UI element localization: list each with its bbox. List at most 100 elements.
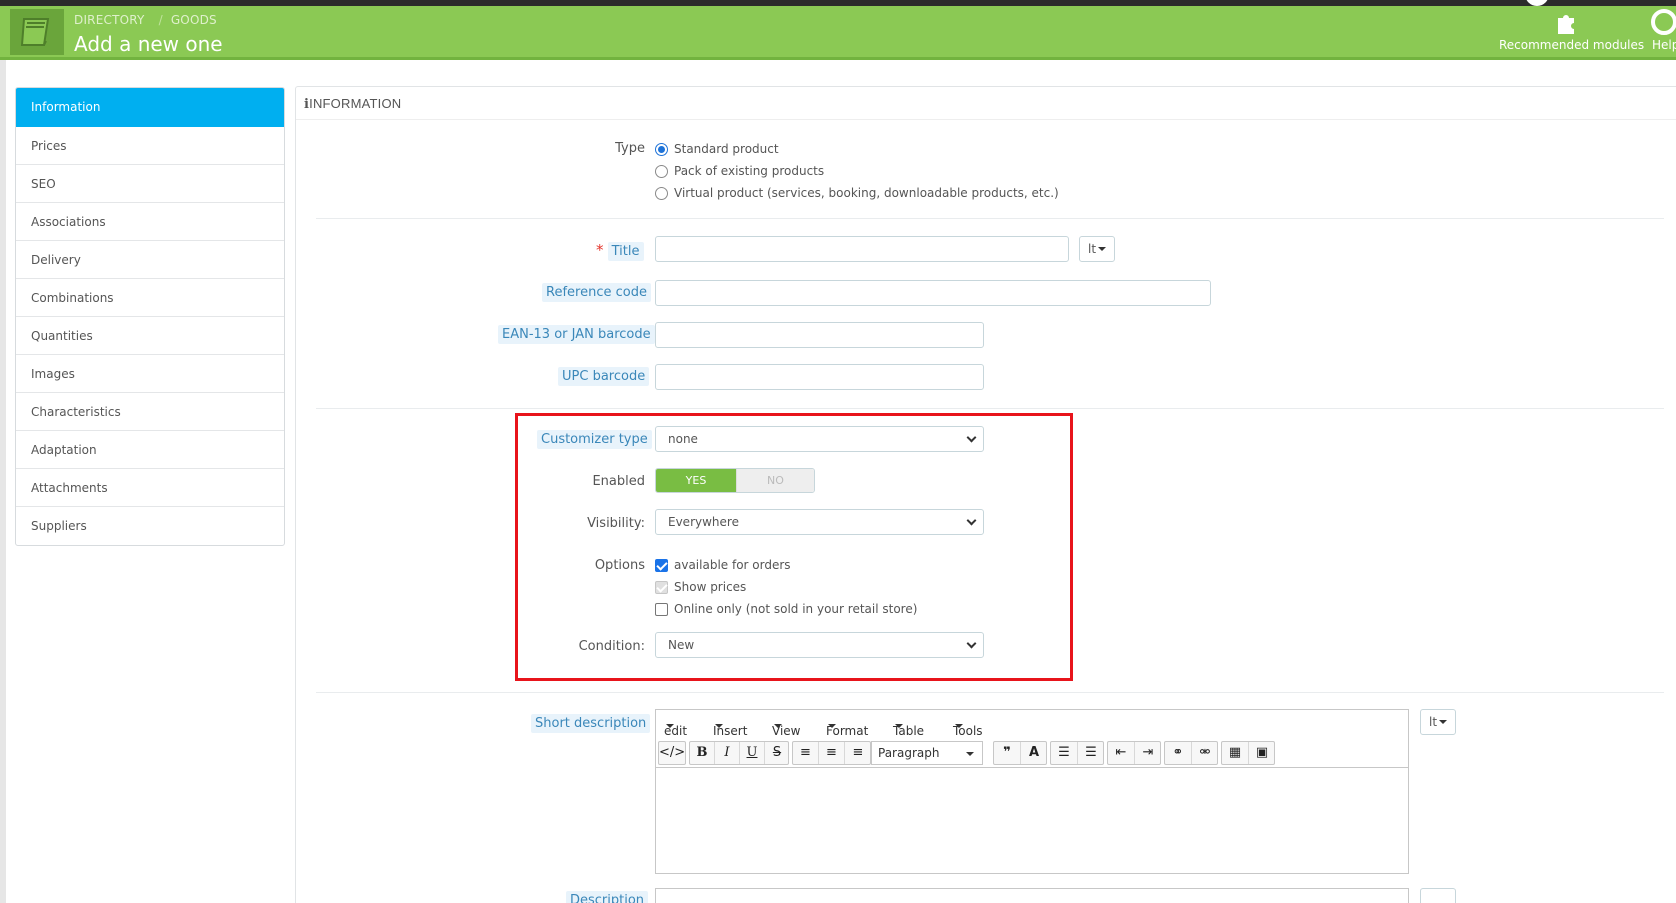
help-button[interactable]: Help (1648, 6, 1676, 60)
title-language-dropdown[interactable]: lt (1079, 236, 1115, 262)
required-asterisk: * (596, 241, 604, 259)
italic-button[interactable]: I (715, 742, 740, 764)
quote-icon: ❞ (1003, 745, 1011, 760)
film-icon: ▦ (1228, 745, 1242, 760)
caret-down-icon (895, 724, 903, 728)
upc-label: UPC barcode (558, 367, 650, 386)
align-right-button[interactable]: ≡ (845, 742, 871, 764)
description-label-wrap: Description (566, 891, 649, 903)
editor-menubar: edit Insert View Format Table Tools (656, 889, 1408, 903)
link-group: ⚭ ⚮ (1164, 741, 1218, 765)
bullet-list-icon: ☰ (1058, 745, 1070, 760)
title-label: Title (607, 242, 644, 261)
indent-group: ⇤ ⇥ (1107, 741, 1161, 765)
outdent-icon: ⇤ (1115, 745, 1127, 760)
sidebar-item-attachments[interactable]: Attachments (16, 469, 284, 507)
editor-menubar: edit Insert View Format Table Tools (656, 710, 1408, 738)
align-right-icon: ≡ (852, 745, 864, 760)
bullet-list-button[interactable]: ☰ (1051, 742, 1078, 764)
panel-heading: iINFORMATION (296, 87, 1676, 120)
sidebar-item-characteristics[interactable]: Characteristics (16, 393, 284, 431)
insert-video-button[interactable]: ▦ (1222, 742, 1249, 764)
align-group: ≡ ≡ ≡ (792, 741, 871, 765)
align-center-button[interactable]: ≡ (819, 742, 845, 764)
indent-icon: ⇥ (1142, 745, 1154, 760)
radio-selected[interactable] (655, 143, 668, 156)
sidebar-item-suppliers[interactable]: Suppliers (16, 507, 284, 545)
media-group: ▦ ▣ (1221, 741, 1275, 765)
sidebar-item-adaptation[interactable]: Adaptation (16, 431, 284, 469)
quote-color-group: ❞ A (993, 741, 1047, 765)
sidebar-item-images[interactable]: Images (16, 355, 284, 393)
recommended-modules-button[interactable]: Recommended modules (1496, 6, 1645, 60)
radio-unselected[interactable] (655, 187, 668, 200)
align-left-button[interactable]: ≡ (793, 742, 819, 764)
strikethrough-button[interactable]: S (765, 742, 789, 764)
blockquote-button[interactable]: ❞ (994, 742, 1021, 764)
short-description-language-dropdown[interactable]: lt (1420, 709, 1456, 735)
text-style-group: B I U S (689, 741, 789, 765)
type-option-label: Standard product (674, 142, 779, 156)
radio-unselected[interactable] (655, 165, 668, 178)
text-color-button[interactable]: A (1021, 742, 1047, 764)
recommended-modules-label: Recommended modules (1499, 38, 1645, 52)
indent-button[interactable]: ⇥ (1135, 742, 1161, 764)
caret-down-icon (666, 724, 674, 728)
book-icon (20, 18, 50, 46)
bold-button[interactable]: B (690, 742, 715, 764)
catalog-logo (10, 9, 64, 55)
sidebar-item-information[interactable]: Information (16, 88, 284, 127)
reference-label-wrap: Reference code (542, 283, 651, 302)
title-input[interactable] (655, 236, 1069, 262)
sidebar-item-prices[interactable]: Prices (16, 127, 284, 165)
insert-image-button[interactable]: ▣ (1249, 742, 1275, 764)
upc-input[interactable] (655, 364, 984, 390)
description-language-dropdown[interactable] (1420, 888, 1456, 903)
upc-label-wrap: UPC barcode (558, 367, 650, 386)
type-option-label: Virtual product (services, booking, down… (674, 186, 1059, 200)
paragraph-format-select[interactable]: Paragraph (871, 741, 983, 765)
sidebar-item-combinations[interactable]: Combinations (16, 279, 284, 317)
title-label-wrap: * Title (596, 241, 644, 261)
page-header: DIRECTORY / GOODS Add a new one Recommende… (0, 6, 1676, 60)
outdent-button[interactable]: ⇤ (1108, 742, 1135, 764)
ean-input[interactable] (655, 322, 984, 348)
sidebar-item-associations[interactable]: Associations (16, 203, 284, 241)
sidebar-item-quantities[interactable]: Quantities (16, 317, 284, 355)
paragraph-label: Paragraph (878, 746, 940, 760)
numbered-list-icon: ☰ (1085, 745, 1097, 760)
caret-down-icon (966, 752, 974, 756)
link-icon: ⚭ (1172, 745, 1184, 760)
reference-label: Reference code (542, 283, 651, 302)
reference-input[interactable] (655, 280, 1211, 306)
caret-down-icon (955, 724, 963, 728)
remove-link-button[interactable]: ⚮ (1192, 742, 1218, 764)
highlight-box (515, 413, 1073, 681)
sidebar-item-seo[interactable]: SEO (16, 165, 284, 203)
type-label: Type (615, 141, 645, 156)
breadcrumb-goods[interactable]: GOODS (171, 13, 217, 27)
sidebar-item-delivery[interactable]: Delivery (16, 241, 284, 279)
align-left-icon: ≡ (800, 745, 811, 760)
text-color-icon: A (1028, 745, 1040, 760)
type-option-label: Pack of existing products (674, 164, 825, 178)
editor-toolbar: </> B I U S ≡ ≡ ≡ Paragraph ❞ A ☰ ☰ ⇤ ⇥ … (656, 738, 1408, 768)
description-editor[interactable]: edit Insert View Format Table Tools (655, 888, 1409, 903)
panel-heading-text: INFORMATION (309, 96, 402, 111)
type-option-pack[interactable]: Pack of existing products (655, 164, 824, 178)
type-option-standard[interactable]: Standard product (655, 142, 779, 156)
breadcrumb-directory[interactable]: DIRECTORY (74, 13, 145, 27)
ean-label-wrap: EAN-13 or JAN barcode (498, 325, 655, 344)
page-title: Add a new one (74, 32, 223, 56)
underline-button[interactable]: U (740, 742, 765, 764)
description-label: Description (566, 891, 649, 903)
source-code-button[interactable]: </> (658, 741, 686, 765)
breadcrumb: DIRECTORY / GOODS (74, 13, 217, 27)
short-description-editor[interactable]: edit Insert View Format Table Tools </> … (655, 709, 1409, 874)
type-option-virtual[interactable]: Virtual product (services, booking, down… (655, 186, 1059, 200)
list-group: ☰ ☰ (1050, 741, 1104, 765)
code-icon: </> (659, 745, 686, 760)
numbered-list-button[interactable]: ☰ (1078, 742, 1104, 764)
insert-link-button[interactable]: ⚭ (1165, 742, 1192, 764)
left-edge (0, 60, 6, 903)
